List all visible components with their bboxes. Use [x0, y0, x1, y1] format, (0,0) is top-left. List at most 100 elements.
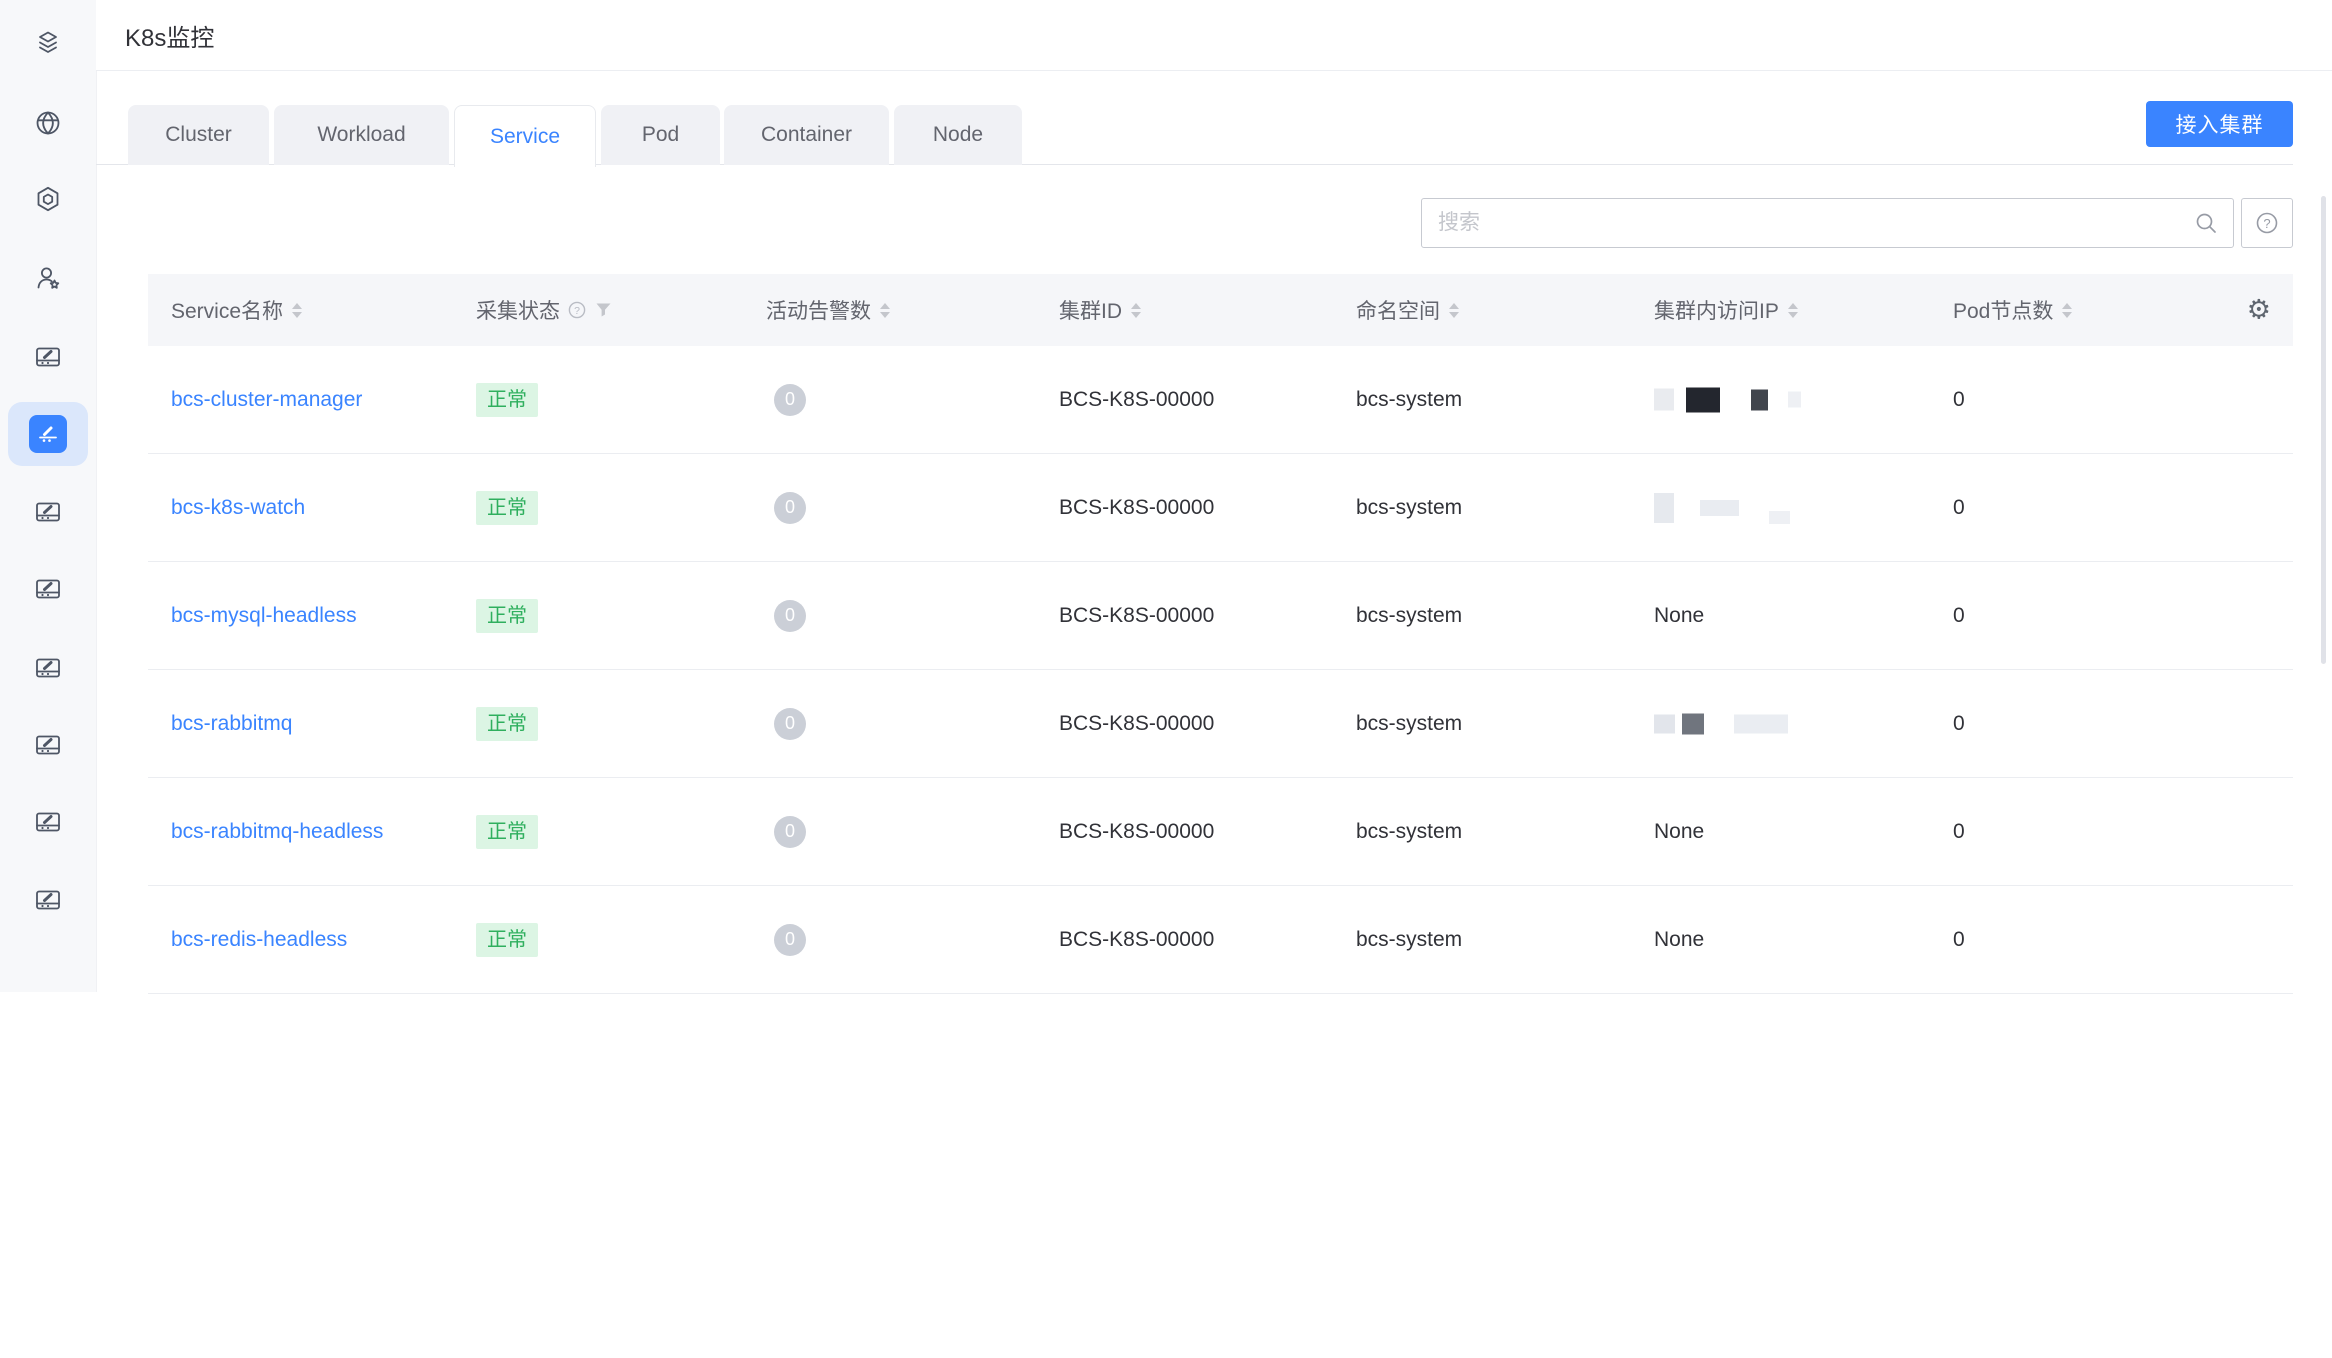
- status-badge: 正常: [476, 707, 538, 741]
- col-header-cluster-ip[interactable]: 集群内访问IP: [1654, 295, 1798, 325]
- cluster-id-cell: BCS-K8S-00000: [1059, 928, 1214, 952]
- status-badge: 正常: [476, 491, 538, 525]
- dashboard-icon: [33, 419, 63, 449]
- status-cell: 正常: [476, 815, 538, 849]
- svg-text:?: ?: [2263, 216, 2270, 231]
- alarm-cell: 0: [766, 492, 806, 524]
- search-box: [1421, 198, 2234, 248]
- tab-label: Workload: [317, 123, 405, 147]
- alarm-cell: 0: [766, 384, 806, 416]
- layers-icon: [33, 28, 63, 58]
- status-cell: 正常: [476, 491, 538, 525]
- sort-icon: [1449, 303, 1459, 318]
- question-circle-icon: ?: [2253, 209, 2281, 237]
- alarm-count-badge: 0: [774, 816, 806, 848]
- col-header-service-name[interactable]: Service名称: [171, 295, 302, 325]
- dashboard-icon: [33, 653, 63, 683]
- icon-sidebar: [0, 0, 97, 992]
- tab-label: Container: [761, 123, 852, 147]
- status-badge: 正常: [476, 923, 538, 957]
- cluster-id-cell: BCS-K8S-00000: [1059, 604, 1214, 628]
- service-name-link[interactable]: bcs-mysql-headless: [171, 604, 357, 628]
- service-name-link[interactable]: bcs-cluster-manager: [171, 388, 362, 412]
- sidebar-item-1[interactable]: [8, 11, 88, 75]
- sidebar-item-11[interactable]: [8, 790, 88, 854]
- col-header-pod-count[interactable]: Pod节点数: [1953, 295, 2072, 325]
- sort-icon: [1788, 303, 1798, 318]
- help-button[interactable]: ?: [2241, 198, 2293, 248]
- tab-pod[interactable]: Pod: [601, 105, 720, 165]
- dashboard-icon: [33, 497, 63, 527]
- table-row: bcs-redis-headless 正常 0 BCS-K8S-00000 bc…: [148, 886, 2293, 994]
- col-label: Service名称: [171, 295, 283, 325]
- table-header: Service名称 采集状态 ? 活动告警数 集群ID: [148, 274, 2293, 346]
- col-label: Pod节点数: [1953, 295, 2053, 325]
- tab-service[interactable]: Service: [454, 105, 596, 167]
- tab-container[interactable]: Container: [724, 105, 889, 165]
- service-name-link[interactable]: bcs-k8s-watch: [171, 496, 305, 520]
- alarm-count-badge: 0: [774, 924, 806, 956]
- sidebar-item-4[interactable]: [8, 246, 88, 310]
- connect-cluster-button[interactable]: 接入集群: [2146, 101, 2293, 147]
- sort-icon: [880, 303, 890, 318]
- namespace-cell: bcs-system: [1356, 388, 1462, 412]
- status-badge: 正常: [476, 383, 538, 417]
- sidebar-item-2[interactable]: [8, 91, 88, 155]
- redaction-blocks: [1654, 713, 1788, 734]
- table-row: bcs-cluster-manager 正常 0 BCS-K8S-00000 b…: [148, 346, 2293, 454]
- dashboard-icon: [33, 885, 63, 915]
- search-input[interactable]: [1422, 211, 2193, 235]
- hexagon-cube-icon: [33, 184, 63, 214]
- col-label: 集群内访问IP: [1654, 295, 1779, 325]
- status-badge: 正常: [476, 815, 538, 849]
- vertical-scrollbar[interactable]: [2321, 196, 2326, 664]
- col-header-cluster-id[interactable]: 集群ID: [1059, 295, 1141, 325]
- tab-workload[interactable]: Workload: [274, 105, 449, 165]
- pod-count-cell: 0: [1953, 604, 1965, 628]
- sidebar-item-5[interactable]: [8, 325, 88, 389]
- table-body: bcs-cluster-manager 正常 0 BCS-K8S-00000 b…: [148, 346, 2293, 994]
- col-label: 集群ID: [1059, 295, 1122, 325]
- alarm-cell: 0: [766, 924, 806, 956]
- tab-label: Cluster: [165, 123, 232, 147]
- col-header-active-alarms[interactable]: 活动告警数: [766, 295, 890, 325]
- tab-cluster[interactable]: Cluster: [128, 105, 269, 165]
- tab-node[interactable]: Node: [894, 105, 1022, 165]
- sidebar-item-12[interactable]: [8, 868, 88, 932]
- magnifier-icon[interactable]: [2193, 210, 2219, 236]
- cluster-id-cell: BCS-K8S-00000: [1059, 496, 1214, 520]
- sort-icon: [2062, 303, 2072, 318]
- sort-icon: [1131, 303, 1141, 318]
- status-cell: 正常: [476, 599, 538, 633]
- redaction-blocks: [1654, 493, 1790, 523]
- funnel-filter-icon[interactable]: [595, 302, 612, 318]
- sidebar-item-10[interactable]: [8, 713, 88, 777]
- cluster-ip-redacted: [1654, 713, 1788, 734]
- col-header-namespace[interactable]: 命名空间: [1356, 295, 1459, 325]
- alarm-count-badge: 0: [774, 492, 806, 524]
- tab-label: Node: [933, 123, 983, 147]
- sidebar-item-3[interactable]: [8, 167, 88, 231]
- redaction-blocks: [1654, 387, 1801, 412]
- dashboard-icon: [33, 574, 63, 604]
- alarm-cell: 0: [766, 816, 806, 848]
- cluster-ip-cell: None: [1654, 604, 1704, 628]
- page-title: K8s监控: [125, 18, 214, 53]
- cluster-ip-redacted: [1654, 387, 1801, 412]
- sidebar-item-6-active[interactable]: [8, 402, 88, 466]
- sidebar-item-8[interactable]: [8, 557, 88, 621]
- sidebar-item-7[interactable]: [8, 480, 88, 544]
- tab-label: Pod: [642, 123, 679, 147]
- sidebar-item-9[interactable]: [8, 636, 88, 700]
- col-header-collect-status[interactable]: 采集状态 ?: [476, 295, 612, 325]
- col-label: 采集状态: [476, 295, 560, 325]
- table-row: bcs-rabbitmq 正常 0 BCS-K8S-00000 bcs-syst…: [148, 670, 2293, 778]
- cluster-ip-cell: None: [1654, 928, 1704, 952]
- question-circle-icon[interactable]: ?: [566, 299, 588, 321]
- service-name-link[interactable]: bcs-redis-headless: [171, 928, 347, 952]
- service-name-link[interactable]: bcs-rabbitmq-headless: [171, 820, 383, 844]
- gear-icon[interactable]: ⚙: [2247, 297, 2271, 324]
- alarm-cell: 0: [766, 600, 806, 632]
- service-name-link[interactable]: bcs-rabbitmq: [171, 712, 292, 736]
- active-chip: [29, 415, 67, 453]
